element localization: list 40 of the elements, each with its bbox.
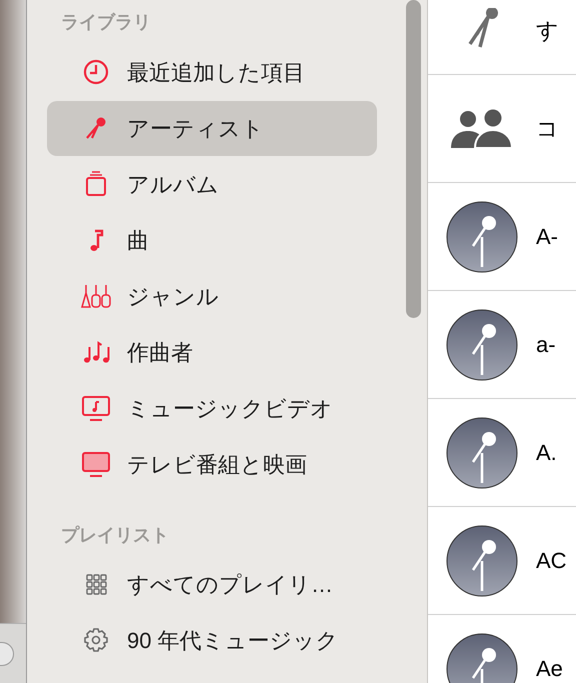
sidebar-item[interactable]: アーティスト bbox=[47, 100, 377, 156]
artist-name: A- bbox=[536, 223, 558, 251]
sidebar-item-label: 最近追加した項目 bbox=[127, 58, 305, 86]
artist-name: コ bbox=[536, 115, 559, 143]
section-heading: プレイリスト bbox=[61, 524, 169, 546]
sidebar-item[interactable]: すべてのプレイリ… bbox=[47, 556, 377, 612]
sidebar-item[interactable]: ジャンル bbox=[47, 268, 377, 324]
sidebar-item-label: アーティスト bbox=[127, 114, 264, 142]
clock-icon bbox=[81, 57, 111, 87]
artist-avatar bbox=[446, 200, 518, 272]
sidebar-item-label: ジャンル bbox=[127, 282, 219, 310]
artist-avatar bbox=[446, 524, 518, 596]
scrollbar-thumb[interactable] bbox=[406, 0, 421, 318]
section-heading: ライブラリ bbox=[61, 10, 151, 34]
sidebar-item-label: アルバム bbox=[127, 170, 219, 198]
sidebar-item[interactable]: 最近追加した項目 bbox=[47, 44, 377, 100]
round-button[interactable] bbox=[0, 642, 14, 666]
sidebar-item-label: 作曲者 bbox=[127, 338, 193, 366]
artist-avatar bbox=[446, 416, 518, 488]
artist-name: す bbox=[536, 16, 559, 44]
sidebar-item-label: 曲 bbox=[127, 226, 149, 254]
sidebar-item-label: 90 年代ミュージック bbox=[127, 626, 339, 654]
music-video-icon bbox=[81, 393, 111, 423]
sidebar-item[interactable]: ミュージックビデオ bbox=[47, 380, 377, 436]
artist-name: a- bbox=[536, 331, 556, 359]
artist-name: Ae bbox=[536, 655, 563, 683]
artist-name: A. bbox=[536, 439, 557, 467]
sidebar-item[interactable]: テレビ番組と映画 bbox=[47, 436, 377, 492]
sidebar-item-label: すべてのプレイリ… bbox=[127, 570, 333, 598]
sidebar-item-label: ミュージックビデオ bbox=[127, 394, 333, 422]
artist-avatar bbox=[446, 308, 518, 380]
sidebar-item[interactable]: アルバム bbox=[47, 156, 377, 212]
settings-icon bbox=[81, 625, 111, 655]
people-icon bbox=[451, 108, 513, 148]
sidebar-item-label: テレビ番組と映画 bbox=[127, 450, 307, 478]
sidebar-item[interactable]: 90 年代ミュージック bbox=[47, 612, 377, 668]
sidebar-item[interactable]: 曲 bbox=[47, 212, 377, 268]
tv-icon bbox=[81, 449, 111, 479]
sidebar-item[interactable]: 作曲者 bbox=[47, 324, 377, 380]
artist-name: AC bbox=[536, 547, 567, 575]
